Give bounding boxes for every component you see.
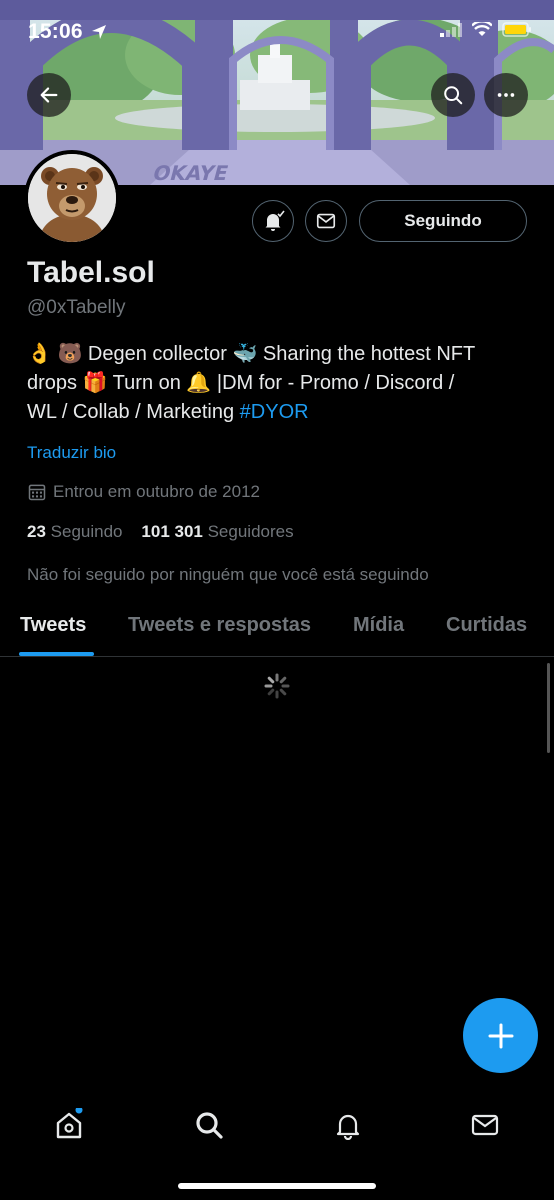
more-icon bbox=[497, 93, 515, 97]
handle: @0xTabelly bbox=[27, 297, 126, 318]
home-icon bbox=[56, 1108, 83, 1139]
followers-count-link[interactable]: 101 301 Seguidores bbox=[141, 522, 293, 541]
search-icon bbox=[196, 1112, 223, 1139]
joined-date: Entrou em outubro de 2012 bbox=[27, 482, 260, 502]
display-name: Tabel.sol bbox=[27, 256, 155, 289]
followed-by-note: Não foi seguido por ninguém que você est… bbox=[27, 565, 429, 584]
plus-icon bbox=[488, 1023, 513, 1048]
active-tab-indicator bbox=[19, 652, 94, 656]
signal-icon bbox=[440, 22, 462, 37]
bottom-nav bbox=[0, 1085, 554, 1200]
bell-icon bbox=[336, 1114, 360, 1140]
tab-media[interactable]: Mídia bbox=[353, 614, 404, 637]
bio-line: WL / Collab / Marketing #DYOR bbox=[27, 401, 309, 423]
scrollbar[interactable] bbox=[547, 663, 550, 753]
status-icons bbox=[440, 22, 532, 37]
loading-spinner-icon bbox=[263, 672, 291, 705]
back-button[interactable] bbox=[27, 73, 71, 117]
svg-text:OKAYE: OKAYE bbox=[150, 161, 230, 185]
tab-tweets[interactable]: Tweets bbox=[20, 614, 86, 637]
wifi-icon bbox=[472, 22, 492, 36]
bell-check-icon bbox=[265, 210, 285, 231]
avatar[interactable] bbox=[24, 150, 120, 246]
profile-tabs: Tweets Tweets e respostas Mídia Curtidas bbox=[0, 606, 554, 657]
arrow-left-icon bbox=[40, 87, 58, 103]
search-button[interactable] bbox=[431, 73, 475, 117]
compose-tweet-button[interactable] bbox=[463, 998, 538, 1073]
bio-line: 👌 🐻 Degen collector 🐳 Sharing the hottes… bbox=[27, 343, 476, 365]
search-icon bbox=[444, 86, 463, 105]
more-button[interactable] bbox=[484, 73, 528, 117]
nav-explore[interactable] bbox=[189, 1105, 229, 1145]
nav-messages[interactable] bbox=[465, 1105, 505, 1145]
location-arrow-icon bbox=[91, 25, 106, 40]
following-button[interactable]: Seguindo bbox=[359, 200, 527, 242]
nav-home[interactable] bbox=[49, 1105, 89, 1145]
notifications-toggle-button[interactable] bbox=[252, 200, 294, 242]
translate-bio-link[interactable]: Traduzir bio bbox=[27, 443, 116, 463]
message-button[interactable] bbox=[305, 200, 347, 242]
tab-tweets-replies[interactable]: Tweets e respostas bbox=[128, 614, 311, 637]
mail-icon bbox=[471, 1114, 499, 1136]
calendar-icon bbox=[28, 484, 46, 501]
nav-notifications[interactable] bbox=[328, 1105, 368, 1145]
following-count-link[interactable]: 23 Seguindo bbox=[27, 522, 123, 541]
mail-icon bbox=[316, 213, 336, 229]
status-time: 15:06 bbox=[28, 20, 107, 44]
tab-likes[interactable]: Curtidas bbox=[446, 614, 527, 637]
follow-counts: 23 Seguindo 101 301 Seguidores bbox=[27, 522, 294, 542]
home-indicator bbox=[178, 1183, 376, 1189]
bio-line: drops 🎁 Turn on 🔔 |DM for - Promo / Disc… bbox=[27, 372, 455, 394]
bio: 👌 🐻 Degen collector 🐳 Sharing the hottes… bbox=[27, 340, 527, 427]
battery-icon bbox=[502, 22, 531, 37]
hashtag-link[interactable]: #DYOR bbox=[240, 401, 309, 423]
